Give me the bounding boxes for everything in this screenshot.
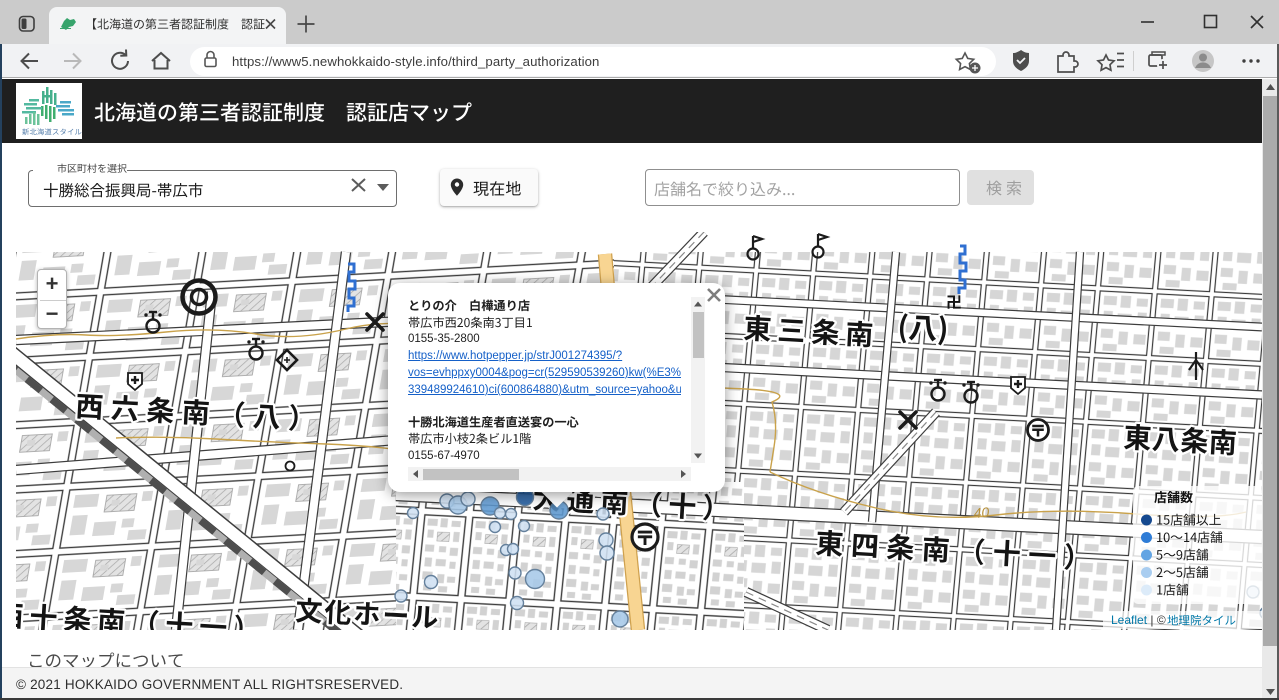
svg-text:40: 40 [973, 504, 990, 521]
